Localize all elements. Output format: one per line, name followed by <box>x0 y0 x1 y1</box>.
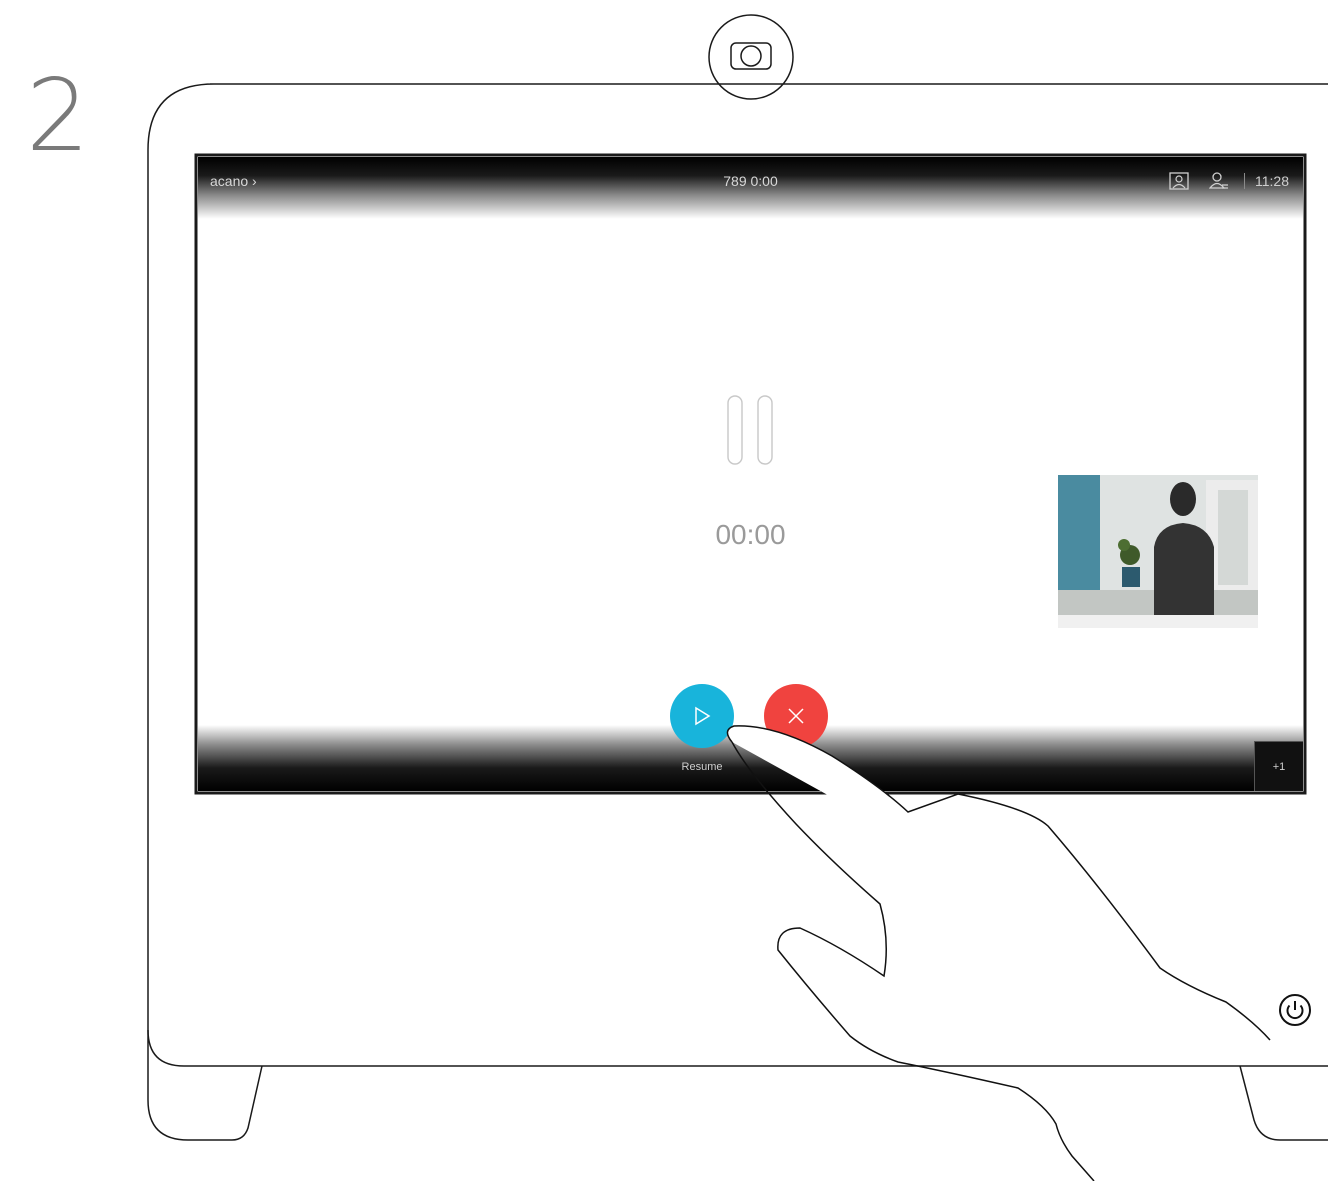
divider <box>1244 173 1245 189</box>
call-info: 789 0:00 <box>723 173 778 189</box>
participants-icon[interactable] <box>1208 170 1230 192</box>
selfview-icon[interactable] <box>1168 170 1190 192</box>
clock: 11:28 <box>1255 173 1289 189</box>
resume-label: Resume <box>681 761 723 773</box>
resume-button[interactable] <box>670 684 734 748</box>
pause-icon <box>727 395 773 465</box>
power-icon[interactable] <box>1278 993 1312 1027</box>
more-button[interactable]: +1 <box>1254 741 1303 791</box>
end-call-button[interactable] <box>764 684 828 748</box>
top-bar: acano › 789 0:00 11:28 <box>198 157 1303 219</box>
selfview-video[interactable] <box>1058 475 1258 628</box>
bottom-bar <box>198 725 1303 791</box>
device-illustration: 2 acano › 789 0:00 11:28 00:00 Resume +1 <box>0 0 1328 1181</box>
call-screen: acano › 789 0:00 11:28 00:00 Resume +1 <box>198 157 1303 791</box>
close-icon <box>788 708 804 724</box>
play-icon <box>695 706 711 726</box>
